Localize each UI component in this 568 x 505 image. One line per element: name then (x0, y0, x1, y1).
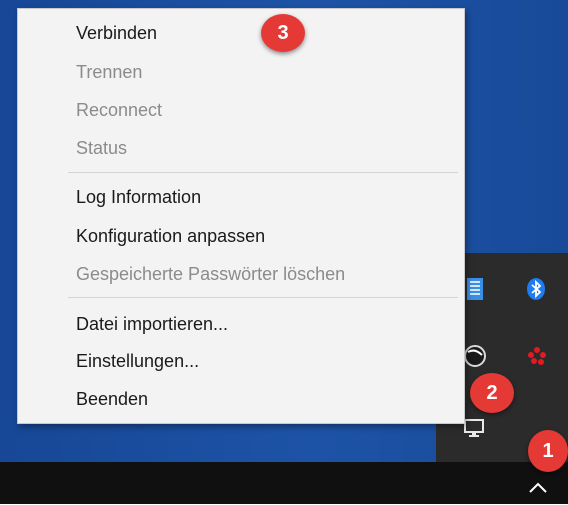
menu-item-passwoerter-loeschen[interactable]: Gespeicherte Passwörter löschen (76, 263, 345, 285)
annotation-badge-1: 1 (528, 430, 568, 472)
menu-item-beenden[interactable]: Beenden (76, 388, 148, 410)
round-icon[interactable] (462, 343, 488, 369)
menu-item-log-information[interactable]: Log Information (76, 186, 201, 208)
bluetooth-icon[interactable] (525, 277, 547, 301)
context-menu: Verbinden Trennen Reconnect Status Log I… (17, 8, 465, 424)
menu-item-datei-importieren[interactable]: Datei importieren... (76, 313, 228, 335)
chevron-up-icon[interactable] (523, 474, 553, 500)
annotation-badge-2: 2 (470, 373, 514, 413)
menu-separator (68, 297, 458, 298)
grid-icon[interactable] (462, 276, 488, 302)
menu-item-trennen[interactable]: Trennen (76, 61, 142, 83)
menu-item-reconnect[interactable]: Reconnect (76, 99, 162, 121)
menu-item-status[interactable]: Status (76, 137, 127, 159)
red-dots-icon[interactable] (523, 343, 551, 369)
menu-item-einstellungen[interactable]: Einstellungen... (76, 350, 199, 372)
menu-separator (68, 172, 458, 173)
menu-item-konfiguration-anpassen[interactable]: Konfiguration anpassen (76, 225, 265, 247)
taskbar (0, 462, 568, 504)
monitor-icon[interactable] (462, 417, 488, 439)
menu-item-verbinden[interactable]: Verbinden (76, 22, 157, 44)
annotation-badge-3: 3 (261, 14, 305, 52)
